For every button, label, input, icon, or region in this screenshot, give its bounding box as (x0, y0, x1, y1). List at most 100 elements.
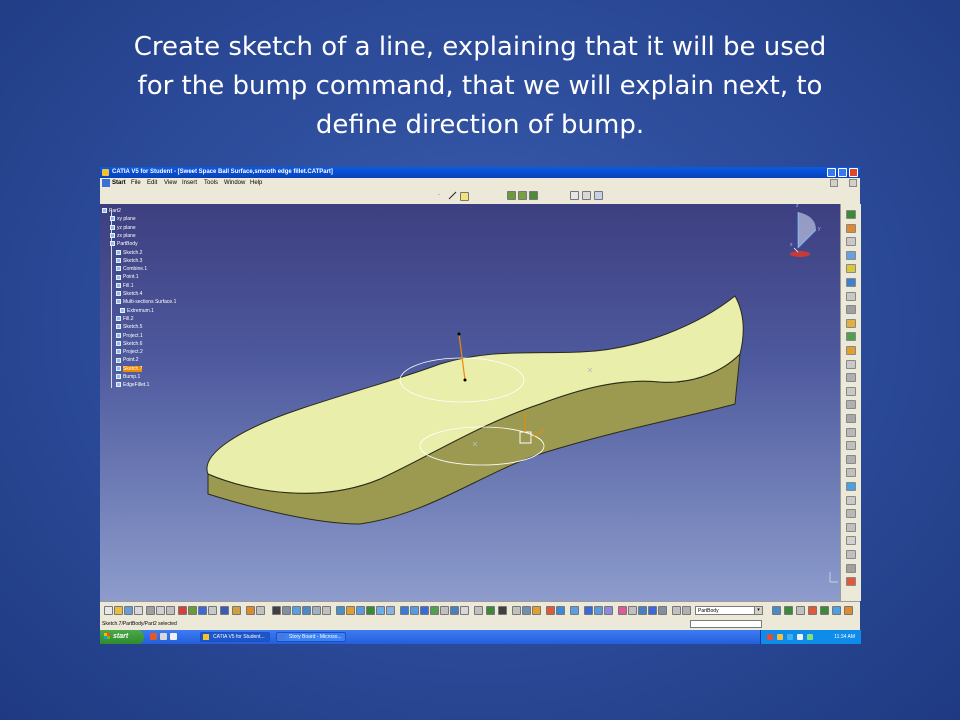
tool-icon[interactable] (846, 482, 856, 491)
tool-icon[interactable] (232, 606, 241, 615)
tool-icon[interactable] (256, 606, 265, 615)
plane-tool-icon[interactable] (460, 192, 469, 201)
tool-icon[interactable] (134, 606, 143, 615)
tool-icon[interactable] (312, 606, 321, 615)
tool-icon[interactable] (784, 606, 793, 615)
task-storyboard[interactable]: Story Board - Microso... (276, 632, 346, 642)
tool-icon[interactable] (658, 606, 667, 615)
quicklaunch-desktop-icon[interactable] (160, 633, 167, 640)
tray-volume-icon[interactable] (797, 634, 803, 640)
tool-icon[interactable] (346, 606, 355, 615)
tool-icon[interactable] (846, 291, 856, 301)
tree-item[interactable]: Sketch.5 (116, 323, 142, 331)
workbench-combo[interactable]: PartBody ▾ (695, 606, 763, 615)
tree-item[interactable]: PartBody (110, 240, 138, 248)
tree-item[interactable]: Part2 (102, 207, 121, 215)
task-catia[interactable]: CATIA V5 for Student... (200, 632, 270, 642)
tool-icon[interactable] (178, 606, 187, 615)
tool-icon[interactable] (846, 250, 856, 260)
tool-icon[interactable] (846, 373, 856, 383)
tool-icon[interactable] (672, 606, 681, 615)
compass-tool-icon[interactable] (594, 191, 603, 200)
tree-item[interactable]: Project.1 (116, 332, 143, 340)
menu-tools[interactable]: Tools (204, 178, 218, 188)
tool-icon[interactable] (820, 606, 829, 615)
axis-tool-icon[interactable] (582, 191, 591, 200)
quicklaunch-browser-icon[interactable] (150, 633, 157, 640)
tree-item[interactable]: Sketch.3 (116, 257, 142, 265)
tool-icon[interactable] (114, 606, 123, 615)
blend-tool-icon[interactable] (529, 191, 538, 200)
tree-item[interactable]: Combine.1 (116, 265, 147, 273)
tool-icon[interactable] (618, 606, 627, 615)
menu-insert[interactable]: Insert (182, 178, 197, 188)
menu-edit[interactable]: Edit (147, 178, 157, 188)
tray-app-icon[interactable] (807, 634, 813, 640)
tool-icon[interactable] (460, 606, 469, 615)
tree-item[interactable]: zx plane (110, 232, 136, 240)
tree-item[interactable]: Sketch.6 (116, 340, 142, 348)
tool-icon[interactable] (356, 606, 365, 615)
tool-icon[interactable] (628, 606, 637, 615)
tool-icon[interactable] (846, 223, 856, 233)
tool-icon[interactable] (796, 606, 805, 615)
point-tool-icon[interactable]: · (438, 192, 447, 201)
tool-icon[interactable] (198, 606, 207, 615)
tool-icon[interactable] (846, 305, 856, 315)
tool-icon[interactable] (846, 359, 856, 369)
start-button[interactable]: start (100, 630, 144, 644)
bump-tool-icon[interactable] (507, 191, 516, 200)
tool-icon[interactable] (282, 606, 291, 615)
tool-icon[interactable] (486, 606, 495, 615)
shape-fillet-icon[interactable] (518, 191, 527, 200)
tool-icon[interactable] (430, 606, 439, 615)
tool-icon[interactable] (474, 606, 483, 615)
tool-icon[interactable] (846, 563, 856, 573)
maximize-button[interactable] (838, 168, 847, 177)
tool-icon[interactable] (846, 386, 856, 396)
tool-icon[interactable] (386, 606, 395, 615)
tool-icon[interactable] (846, 400, 856, 410)
tool-icon[interactable] (808, 606, 817, 615)
tool-icon[interactable] (376, 606, 385, 615)
minimize-button[interactable] (827, 168, 836, 177)
tool-icon[interactable] (450, 606, 459, 615)
doc-minimize-button[interactable] (830, 179, 838, 187)
analysis-tool-icon[interactable] (570, 191, 579, 200)
3d-viewport[interactable]: z y x Part2 xy plane yz plane zx plane PartB… (100, 204, 840, 601)
tool-icon[interactable] (220, 606, 229, 615)
tool-icon[interactable] (846, 522, 856, 532)
tool-icon[interactable] (124, 606, 133, 615)
tool-icon[interactable] (532, 606, 541, 615)
tool-icon[interactable] (846, 414, 856, 423)
tree-item[interactable]: Point.2 (116, 356, 139, 364)
tool-icon[interactable] (846, 318, 856, 328)
tree-item[interactable]: Multi-sections Surface.1 (116, 298, 176, 306)
tool-icon[interactable] (846, 495, 856, 505)
tool-icon[interactable] (648, 606, 657, 615)
tool-icon[interactable] (846, 577, 856, 587)
tool-icon[interactable] (682, 606, 691, 615)
tool-icon[interactable] (440, 606, 449, 615)
tree-item[interactable]: Sketch.7 (116, 365, 143, 373)
tool-icon[interactable] (522, 606, 531, 615)
tool-icon[interactable] (604, 606, 613, 615)
tool-icon[interactable] (420, 606, 429, 615)
tool-icon[interactable] (246, 606, 255, 615)
tool-icon[interactable] (570, 606, 579, 615)
tool-icon[interactable] (208, 606, 217, 615)
tree-item[interactable]: yz plane (110, 224, 136, 232)
tool-icon[interactable] (846, 454, 856, 464)
window-titlebar[interactable]: CATIA V5 for Student - [Sweet Space Ball… (100, 167, 860, 178)
tree-item[interactable]: EdgeFillet.1 (116, 381, 149, 389)
tool-icon[interactable] (846, 346, 856, 355)
tree-item[interactable]: Extremum.1 (120, 307, 154, 315)
tool-icon[interactable] (584, 606, 593, 615)
tool-icon[interactable] (156, 606, 165, 615)
doc-close-button[interactable] (849, 179, 857, 187)
tool-icon[interactable] (272, 606, 281, 615)
tray-update-icon[interactable] (787, 634, 793, 640)
tool-icon[interactable] (302, 606, 311, 615)
tool-icon[interactable] (846, 237, 856, 247)
tool-icon[interactable] (188, 606, 197, 615)
